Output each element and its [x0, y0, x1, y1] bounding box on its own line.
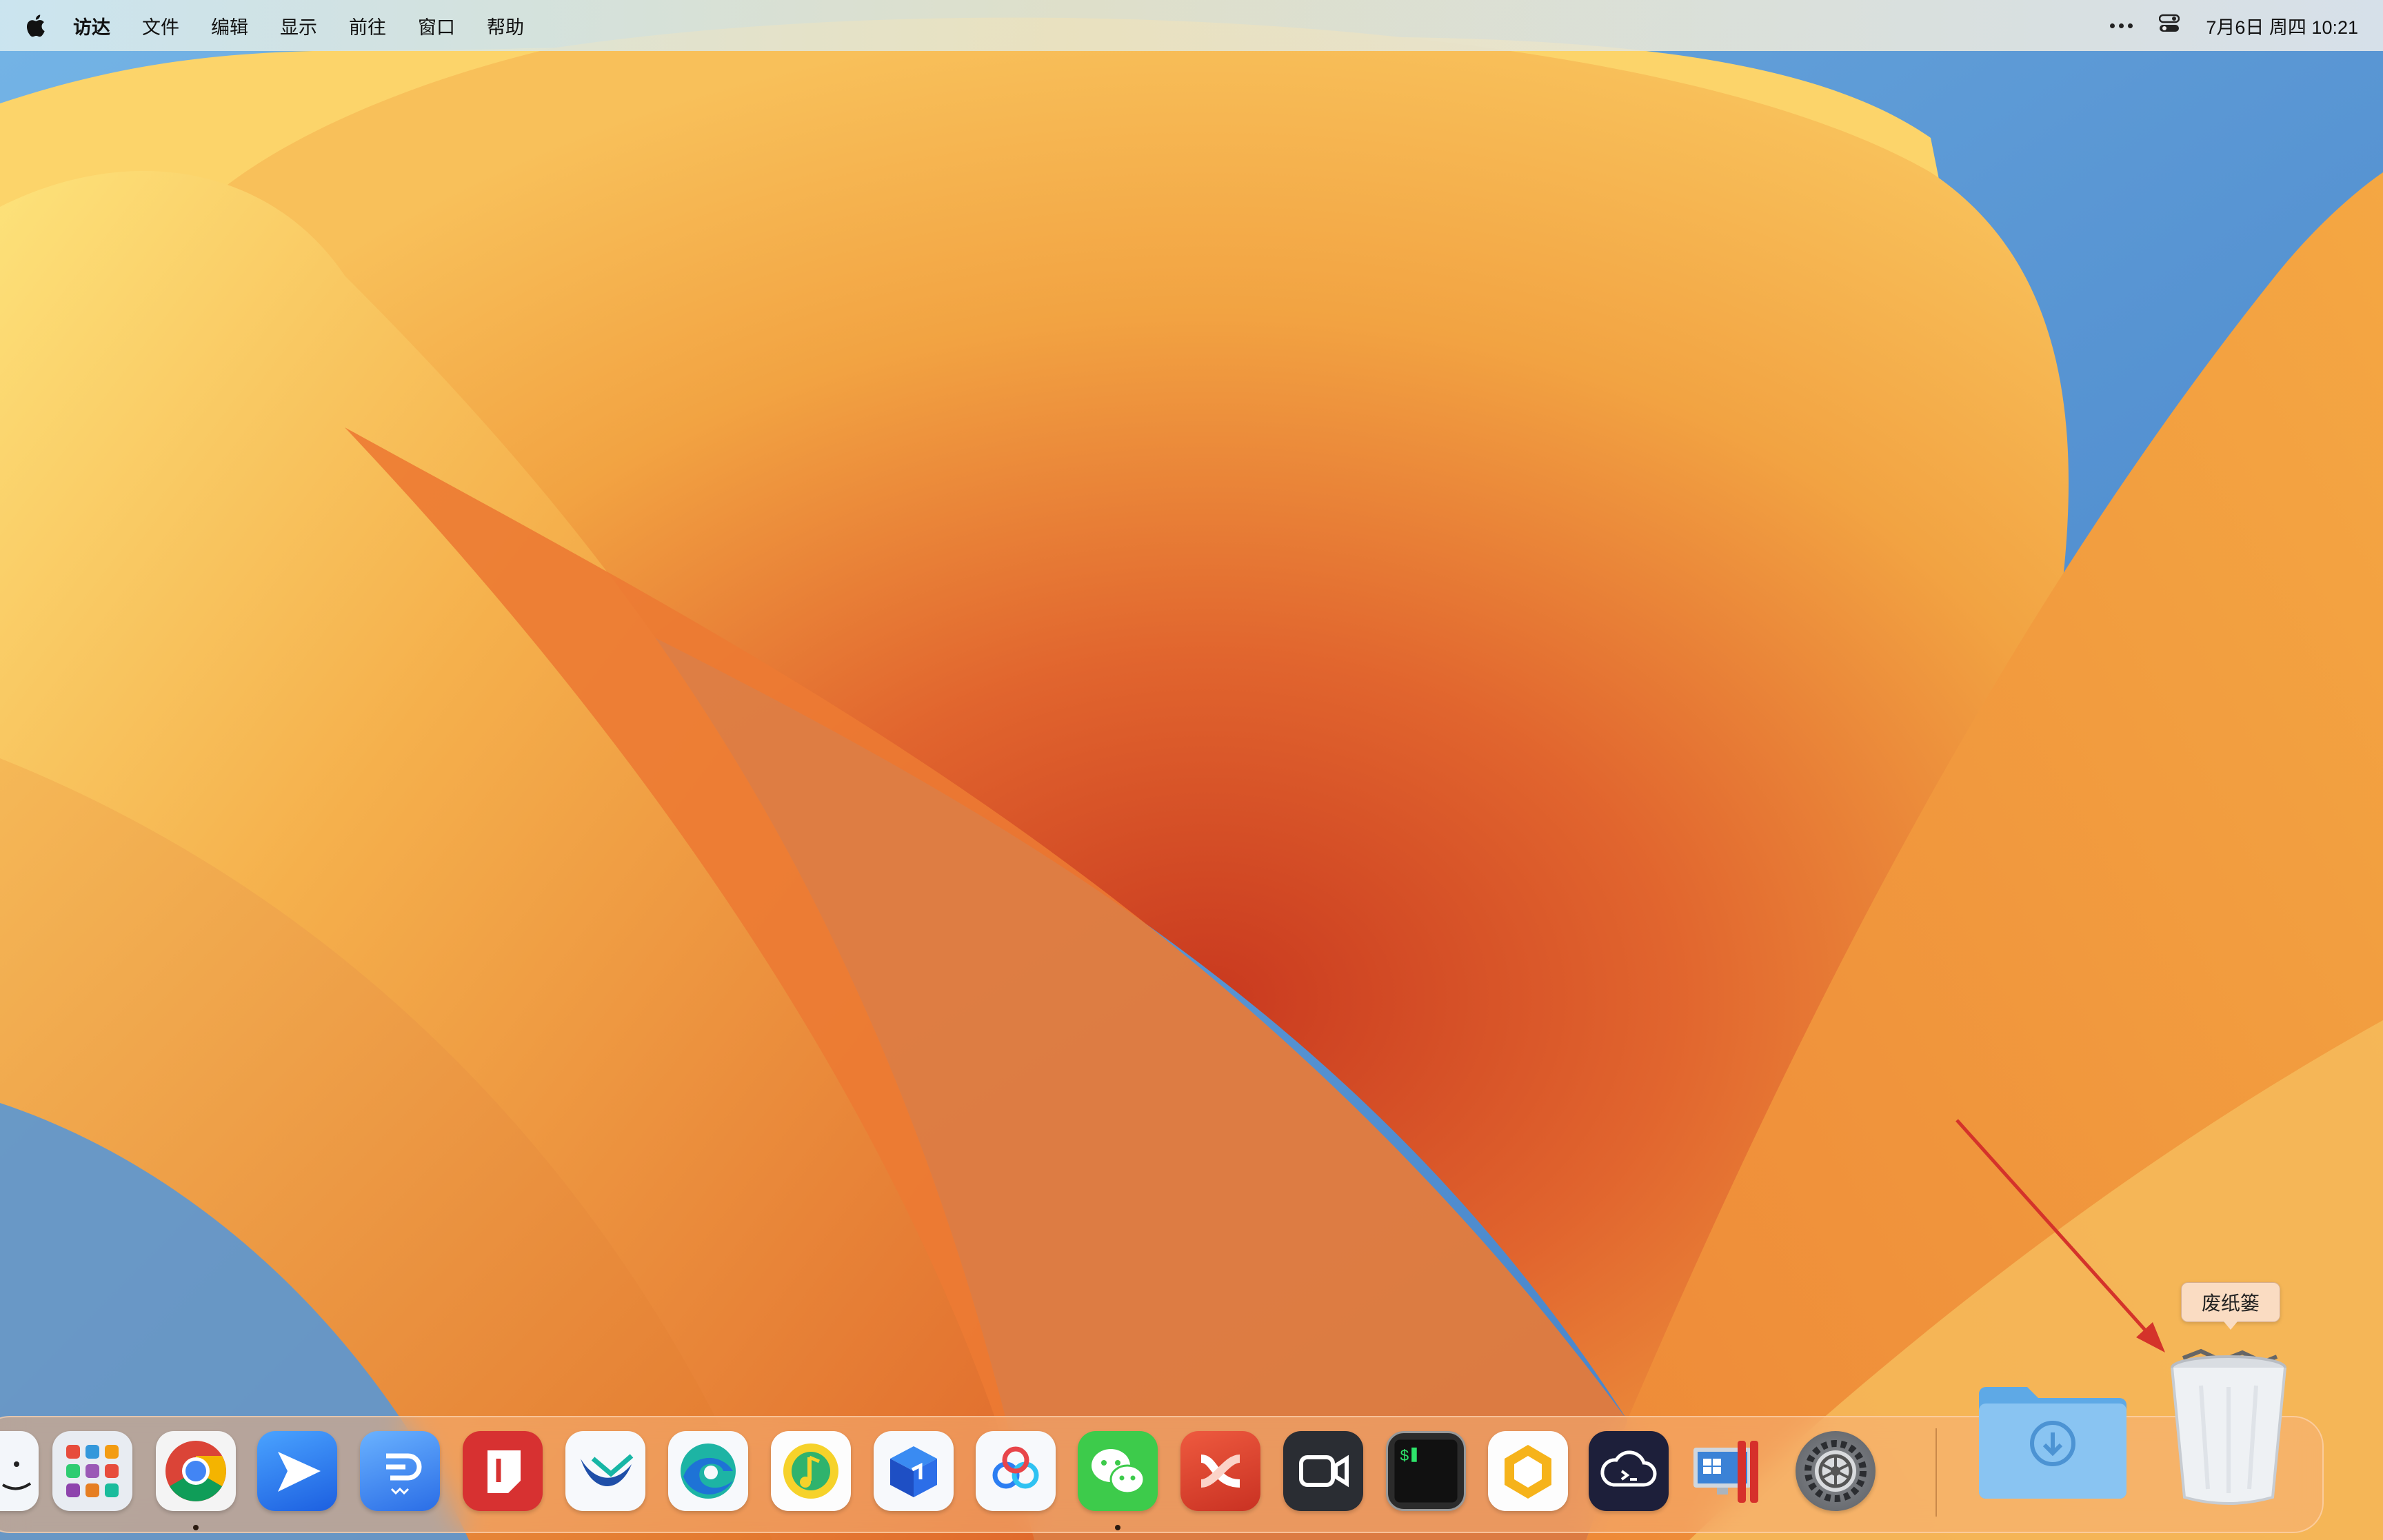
note-app-icon[interactable] — [360, 1431, 440, 1511]
wechat-icon[interactable] — [1078, 1431, 1158, 1511]
finder-icon[interactable] — [0, 1431, 39, 1511]
desktop-wallpaper — [0, 0, 2383, 1540]
downloads-folder-icon[interactable] — [1975, 1370, 2131, 1506]
menubar-clock[interactable]: 7月6日 周四 10:21 — [2206, 12, 2358, 39]
cloud-terminal-icon[interactable] — [1589, 1431, 1669, 1511]
control-center-icon[interactable] — [2159, 14, 2180, 38]
red-app-icon[interactable] — [463, 1431, 543, 1511]
box-icon[interactable] — [874, 1431, 954, 1511]
svg-text:$: $ — [1400, 1448, 1409, 1466]
gear-icon[interactable] — [1796, 1431, 1876, 1511]
dock-separator — [1935, 1428, 1937, 1517]
parallels-icon[interactable] — [1689, 1431, 1769, 1511]
chrome-icon[interactable] — [156, 1431, 236, 1511]
more-icon[interactable] — [2110, 23, 2133, 28]
menu-view[interactable]: 显示 — [280, 12, 317, 39]
trash-tooltip: 废纸篓 — [2181, 1282, 2280, 1330]
xmind-icon[interactable] — [1180, 1431, 1260, 1511]
paper-plane-icon[interactable] — [257, 1431, 337, 1511]
trash-icon[interactable] — [2160, 1344, 2297, 1510]
menu-bar: 访达 文件 编辑 显示 前往 窗口 帮助 7月6日 周四 10:21 — [0, 0, 2383, 51]
menu-window[interactable]: 窗口 — [418, 12, 455, 39]
bird-mail-icon[interactable] — [565, 1431, 645, 1511]
menu-edit[interactable]: 编辑 — [211, 12, 248, 39]
launchpad-icon[interactable] — [52, 1431, 132, 1511]
hexagon-icon[interactable] — [1488, 1431, 1568, 1511]
menu-go[interactable]: 前往 — [349, 12, 386, 39]
menu-help[interactable]: 帮助 — [487, 12, 524, 39]
terminal-icon[interactable]: $ — [1386, 1431, 1466, 1511]
wechat-running-indicator — [1115, 1525, 1120, 1530]
cloud-drive-icon[interactable] — [976, 1431, 1056, 1511]
menu-finder[interactable]: 访达 — [73, 12, 110, 39]
apple-logo-icon[interactable] — [25, 10, 52, 41]
edge-icon[interactable] — [668, 1431, 748, 1511]
video-camera-icon[interactable] — [1283, 1431, 1363, 1511]
chrome-running-indicator — [193, 1525, 199, 1530]
music-icon[interactable] — [771, 1431, 851, 1511]
menu-file[interactable]: 文件 — [142, 12, 179, 39]
